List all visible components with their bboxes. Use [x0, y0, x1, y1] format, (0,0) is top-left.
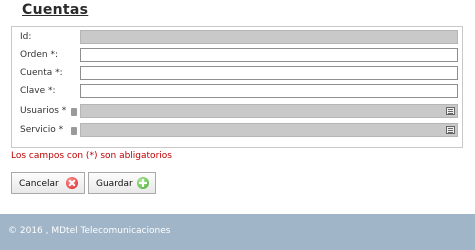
row-id: Id: [12, 30, 462, 46]
id-field [80, 30, 458, 44]
list-icon[interactable] [446, 126, 455, 134]
list-icon[interactable] [446, 107, 455, 115]
cancel-icon [66, 177, 78, 189]
page-title: Cuentas [22, 2, 89, 18]
row-cuenta: Cuenta *: [12, 66, 462, 82]
required-fields-message: Los campos con (*) son abligatorios [11, 151, 172, 161]
footer-text: © 2016 , MDtel Telecomunicaciones [8, 226, 171, 236]
row-usuarios: Usuarios * [12, 104, 462, 120]
servicio-label: Servicio * [20, 125, 64, 135]
required-icon [71, 108, 77, 116]
row-clave: Clave *: [12, 84, 462, 100]
save-button[interactable]: Guardar [88, 172, 156, 194]
cuenta-label: Cuenta *: [20, 68, 63, 78]
save-button-label: Guardar [96, 179, 133, 189]
cancel-button[interactable]: Cancelar [11, 172, 85, 194]
orden-label: Orden *: [20, 50, 58, 60]
footer: © 2016 , MDtel Telecomunicaciones [0, 214, 475, 250]
required-icon [71, 127, 77, 135]
orden-input[interactable] [80, 48, 458, 62]
servicio-select[interactable] [80, 123, 458, 137]
usuarios-select[interactable] [80, 104, 458, 118]
usuarios-label: Usuarios * [20, 106, 67, 116]
row-servicio: Servicio * [12, 123, 462, 139]
account-form: Id: Orden *: Cuenta *: Clave *: Usuarios… [11, 26, 463, 148]
row-orden: Orden *: [12, 48, 462, 64]
clave-input[interactable] [80, 84, 458, 98]
cancel-button-label: Cancelar [19, 179, 59, 189]
cuenta-input[interactable] [80, 66, 458, 80]
clave-label: Clave *: [20, 86, 56, 96]
id-label: Id: [20, 32, 32, 42]
add-icon [137, 177, 149, 189]
